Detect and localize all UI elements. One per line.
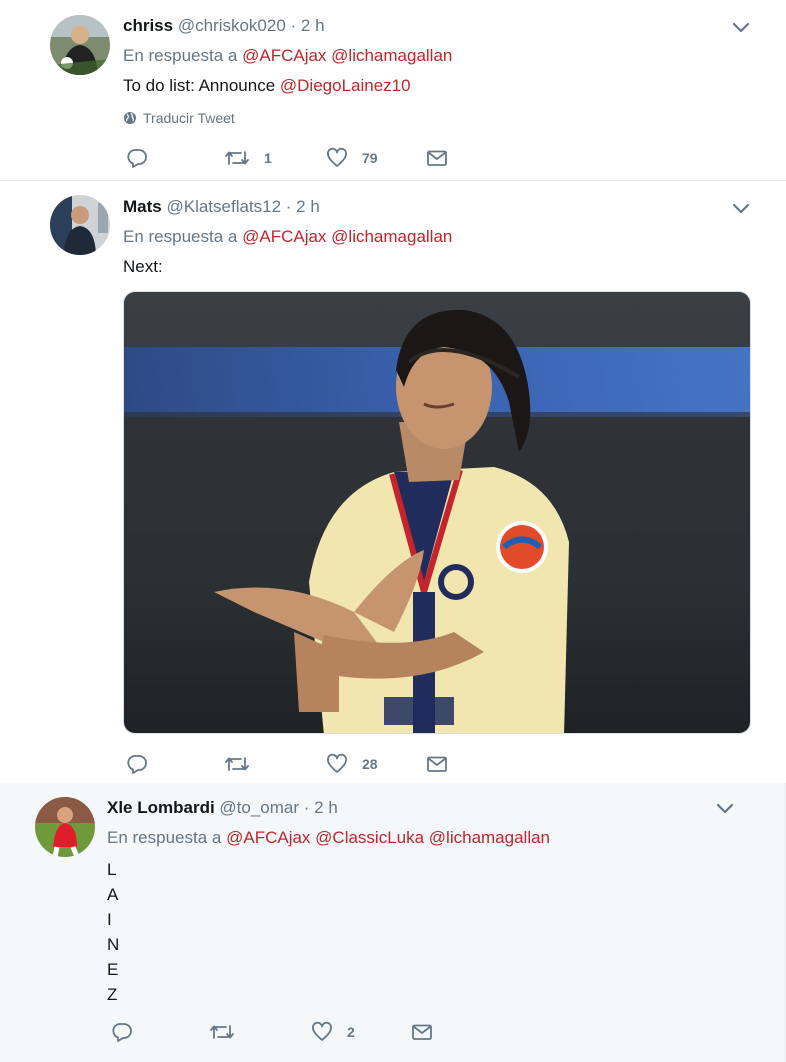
retweet-icon	[225, 757, 249, 771]
user-handle[interactable]: @chriskok020	[178, 16, 286, 35]
like-button[interactable]: 28	[325, 751, 378, 777]
like-count: 2	[347, 1024, 355, 1040]
mention-link[interactable]: @AFCAjax	[226, 828, 310, 847]
like-count: 79	[362, 150, 378, 166]
reply-prefix: En respuesta a	[123, 46, 238, 65]
reply-context: En respuesta a @AFCAjax @lichamagallan	[123, 46, 452, 66]
user-name[interactable]: Xle Lombardi	[107, 798, 215, 817]
mention-link[interactable]: @DiegoLainez10	[280, 76, 411, 95]
retweet-icon	[225, 151, 249, 165]
timestamp[interactable]: · 2 h	[286, 197, 320, 216]
tweet-header: chriss @chriskok020 · 2 h	[123, 16, 325, 36]
user-name[interactable]: Mats	[123, 197, 162, 216]
tweet-text: Next:	[123, 257, 163, 276]
mention-link[interactable]: @lichamagallan	[331, 227, 452, 246]
user-name[interactable]: chriss	[123, 16, 173, 35]
retweet-button[interactable]	[208, 1019, 249, 1045]
tweet[interactable]: Xle Lombardi @to_omar · 2 h En respuesta…	[0, 783, 786, 1062]
avatar[interactable]	[35, 797, 95, 857]
reply-context: En respuesta a @AFCAjax @ClassicLuka @li…	[107, 828, 550, 848]
translate-label: Traducir Tweet	[143, 110, 235, 126]
mention-link[interactable]: @AFCAjax	[242, 227, 326, 246]
letter-line: N	[107, 935, 120, 954]
tweet-header: Xle Lombardi @to_omar · 2 h	[107, 798, 338, 818]
tweet-text: L A I N E Z	[107, 857, 119, 1007]
tweet[interactable]: Mats @Klatseflats12 · 2 h En respuesta a…	[0, 181, 786, 783]
chevron-down-icon[interactable]	[728, 18, 754, 38]
tweet-text-body: To do list: Announce	[123, 76, 280, 95]
globe-icon	[124, 112, 136, 124]
chevron-down-icon[interactable]	[728, 199, 754, 219]
letter-line: A	[107, 885, 119, 904]
like-count: 28	[362, 756, 378, 772]
reply-prefix: En respuesta a	[107, 828, 222, 847]
like-button[interactable]: 79	[325, 145, 378, 171]
mention-link[interactable]: @ClassicLuka	[315, 828, 424, 847]
tweet-image[interactable]	[123, 291, 751, 734]
message-icon	[412, 1024, 432, 1040]
letter-line: L	[107, 860, 117, 879]
like-icon	[327, 753, 347, 773]
tweet-text: To do list: Announce @DiegoLainez10	[123, 76, 411, 96]
letter-line: E	[107, 960, 119, 979]
retweet-count: 1	[264, 150, 272, 166]
reply-button[interactable]	[125, 145, 149, 171]
message-icon	[427, 150, 447, 166]
translate-tweet-link[interactable]: Traducir Tweet	[123, 110, 235, 126]
like-icon	[312, 1021, 332, 1041]
letter-line: I	[107, 910, 112, 929]
reply-context: En respuesta a @AFCAjax @lichamagallan	[123, 227, 452, 247]
avatar[interactable]	[50, 15, 110, 75]
direct-message-button[interactable]	[410, 1019, 434, 1045]
message-icon	[427, 756, 447, 772]
reply-button[interactable]	[125, 751, 149, 777]
reply-icon	[127, 149, 147, 168]
timestamp[interactable]: · 2 h	[304, 798, 338, 817]
reply-icon	[112, 1023, 132, 1042]
retweet-icon	[210, 1025, 234, 1039]
timestamp[interactable]: · 2 h	[291, 16, 325, 35]
direct-message-button[interactable]	[425, 145, 449, 171]
direct-message-button[interactable]	[425, 751, 449, 777]
user-handle[interactable]: @Klatseflats12	[166, 197, 281, 216]
reply-button[interactable]	[110, 1019, 134, 1045]
retweet-button[interactable]	[223, 751, 264, 777]
user-handle[interactable]: @to_omar	[219, 798, 299, 817]
like-icon	[327, 147, 347, 167]
mention-link[interactable]: @AFCAjax	[242, 46, 326, 65]
mention-link[interactable]: @lichamagallan	[331, 46, 452, 65]
tweet[interactable]: chriss @chriskok020 · 2 h En respuesta a…	[0, 0, 786, 181]
avatar[interactable]	[50, 195, 110, 255]
letter-line: Z	[107, 985, 118, 1004]
reply-prefix: En respuesta a	[123, 227, 238, 246]
tweet-header: Mats @Klatseflats12 · 2 h	[123, 197, 320, 217]
chevron-down-icon[interactable]	[712, 799, 738, 819]
like-button[interactable]: 2	[310, 1019, 355, 1045]
reply-icon	[127, 755, 147, 774]
mention-link[interactable]: @lichamagallan	[429, 828, 550, 847]
retweet-button[interactable]: 1	[223, 145, 272, 171]
